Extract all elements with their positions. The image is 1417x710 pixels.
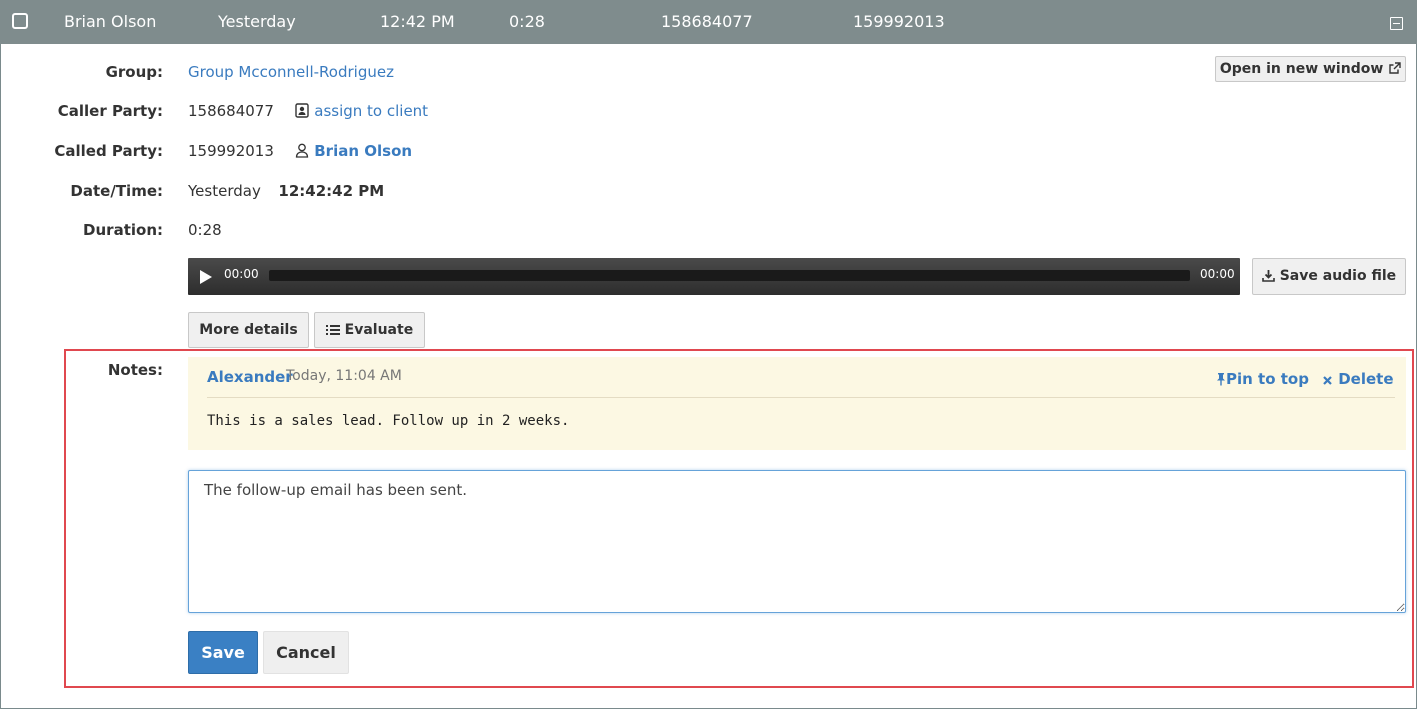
external-link-icon <box>1389 62 1401 74</box>
evaluate-label: Evaluate <box>344 322 414 338</box>
called-party-label: Called Party: <box>54 142 163 160</box>
assign-to-client-link[interactable]: assign to client <box>314 102 428 120</box>
save-note-button[interactable]: Save <box>188 631 258 674</box>
notes-label: Notes: <box>107 361 163 379</box>
pin-to-top-link[interactable]: Pin to top <box>1216 370 1309 388</box>
list-icon <box>325 325 340 335</box>
called-party-user-link[interactable]: Brian Olson <box>314 142 412 160</box>
duration-value: 0:28 <box>188 221 222 239</box>
audio-player: 00:00 00:00 <box>188 258 1240 295</box>
delete-note-link[interactable]: Delete <box>1322 370 1394 388</box>
note-divider <box>207 397 1395 398</box>
caller-party-label: Caller Party: <box>57 102 163 120</box>
note-input[interactable]: The follow-up email has been sent. <box>188 470 1406 613</box>
save-audio-file-button[interactable]: Save audio file <box>1252 258 1406 295</box>
group-label: Group: <box>105 63 163 81</box>
row-time: 12:42 PM <box>380 12 455 31</box>
note-author[interactable]: Alexander <box>207 368 293 386</box>
caller-party-number: 158684077 <box>188 102 274 120</box>
player-total-time: 00:00 <box>1200 267 1235 281</box>
datetime-time: 12:42:42 PM <box>278 182 385 200</box>
contact-card-icon <box>295 103 310 118</box>
pin-to-top-label: Pin to top <box>1226 370 1309 388</box>
play-icon[interactable] <box>200 270 212 284</box>
open-new-window-label: Open in new window <box>1219 61 1384 77</box>
user-icon <box>296 143 309 158</box>
evaluate-button[interactable]: Evaluate <box>314 312 425 348</box>
datetime-label: Date/Time: <box>70 182 163 200</box>
row-called: 159992013 <box>853 12 945 31</box>
player-current-time: 00:00 <box>224 267 259 281</box>
delete-label: Delete <box>1338 370 1394 388</box>
group-link[interactable]: Group Mcconnell-Rodriguez <box>188 63 394 81</box>
note-text: This is a sales lead. Follow up in 2 wee… <box>207 413 570 429</box>
row-caller: 158684077 <box>661 12 753 31</box>
save-audio-file-label: Save audio file <box>1279 268 1397 284</box>
call-row-header[interactable]: Brian Olson Yesterday 12:42 PM 0:28 1586… <box>0 0 1417 44</box>
row-name: Brian Olson <box>64 12 157 31</box>
collapse-icon[interactable] <box>1390 17 1403 30</box>
more-details-button[interactable]: More details <box>188 312 309 348</box>
open-new-window-button[interactable]: Open in new window <box>1215 56 1406 82</box>
note-timestamp: Today, 11:04 AM <box>286 368 402 384</box>
player-progress-track[interactable] <box>269 270 1190 281</box>
datetime-day: Yesterday <box>188 182 261 200</box>
cancel-note-button[interactable]: Cancel <box>263 631 349 674</box>
pin-icon <box>1217 373 1225 386</box>
row-date: Yesterday <box>218 12 296 31</box>
checkbox-icon[interactable] <box>12 13 28 29</box>
called-party-number: 159992013 <box>188 142 274 160</box>
note-entry: Alexander Today, 11:04 AM Pin to top Del… <box>188 357 1406 450</box>
duration-label: Duration: <box>83 221 163 239</box>
row-duration: 0:28 <box>509 12 545 31</box>
download-icon <box>1262 270 1275 282</box>
times-icon <box>1323 376 1332 385</box>
